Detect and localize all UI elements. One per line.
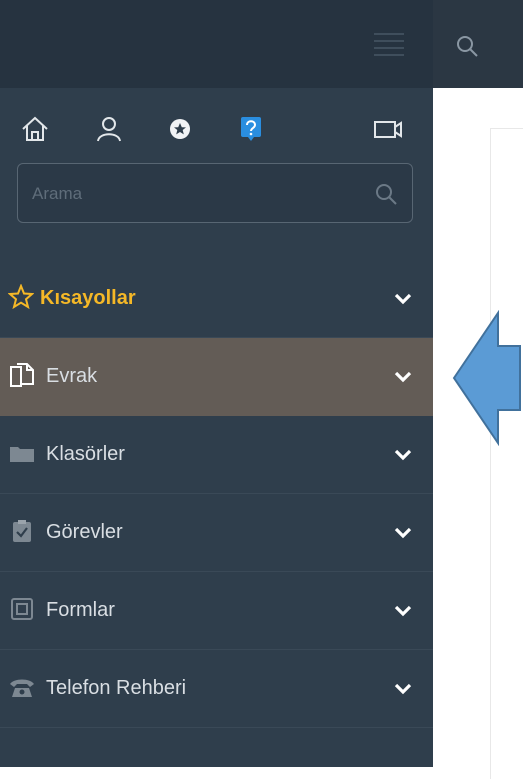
sidebar-item-label: Kısayollar: [40, 287, 136, 309]
content-panel: [490, 128, 523, 779]
clipboard-check-icon: [13, 520, 31, 542]
star-circle-icon[interactable]: [165, 114, 195, 144]
star-outline-icon: [8, 284, 34, 310]
sidebar-search-box: [17, 163, 413, 223]
sidebar-header: [0, 0, 433, 88]
form-icon: [11, 598, 33, 620]
sidebar-item-formlar[interactable]: Formlar: [0, 572, 433, 650]
search-icon[interactable]: [455, 34, 479, 58]
sidebar-search-input[interactable]: [30, 176, 364, 212]
documents-icon: [10, 363, 34, 387]
sidebar-item-label: Telefon Rehberi: [46, 677, 187, 699]
sidebar-item-kisayollar[interactable]: Kısayollar: [0, 260, 433, 338]
home-icon[interactable]: [20, 114, 50, 144]
sidebar: Kısayollar Evrak Klasörler: [0, 0, 433, 767]
hamburger-menu-icon[interactable]: [374, 33, 404, 57]
sidebar-item-telefon-rehberi[interactable]: Telefon Rehberi: [0, 650, 433, 728]
user-icon[interactable]: [94, 114, 124, 144]
chevron-down-icon[interactable]: [393, 526, 413, 540]
chevron-down-icon[interactable]: [393, 604, 413, 618]
sidebar-item-klasorler[interactable]: Klasörler: [0, 416, 433, 494]
help-icon[interactable]: [236, 114, 266, 144]
left-arrow-annotation: [452, 310, 521, 446]
chevron-down-icon[interactable]: [393, 682, 413, 696]
chevron-down-icon[interactable]: [393, 292, 413, 306]
top-bar: [433, 0, 523, 88]
sidebar-item-label: Görevler: [46, 521, 123, 543]
sidebar-item-label: Evrak: [46, 365, 98, 387]
quick-toolbar: [0, 100, 433, 156]
sidebar-item-label: Formlar: [46, 599, 115, 621]
video-camera-icon[interactable]: [372, 114, 404, 144]
chevron-down-icon[interactable]: [393, 448, 413, 462]
sidebar-item-gorevler[interactable]: Görevler: [0, 494, 433, 572]
sidebar-menu: Kısayollar Evrak Klasörler Görevler Form…: [0, 260, 433, 728]
telephone-icon: [10, 679, 34, 697]
chevron-down-icon[interactable]: [393, 370, 413, 384]
sidebar-item-evrak[interactable]: Evrak: [0, 338, 433, 416]
sidebar-item-label: Klasörler: [46, 443, 125, 465]
folder-icon: [10, 447, 34, 462]
search-icon[interactable]: [374, 182, 398, 206]
